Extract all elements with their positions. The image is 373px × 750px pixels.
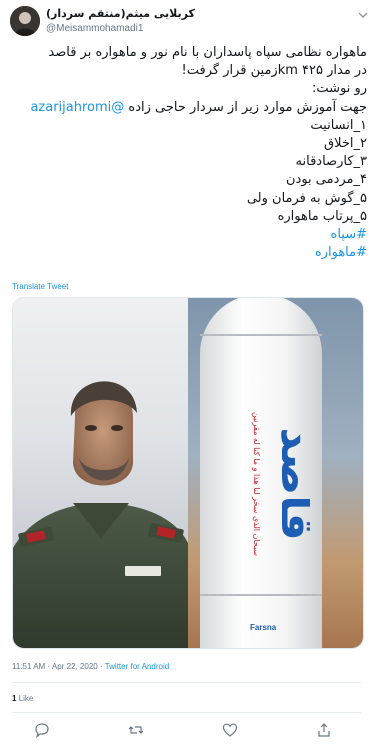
likes-count[interactable]: 1 Like [12,694,33,703]
translate-tweet-link[interactable]: Translate Tweet [12,282,68,291]
divider [12,712,361,713]
like-count-value: 1 [12,694,17,703]
tweet-meta: 11:51 AM · Apr 22, 2020 · Twitter for An… [12,662,169,671]
tweet-line: ۱_انسانیت [310,117,367,133]
tweet-text: ماهواره نظامی سپاه پاسداران با نام نور و… [12,44,367,262]
hashtag-link[interactable]: #ماهواره [12,244,367,262]
divider [12,682,361,683]
chevron-down-icon[interactable] [358,10,368,20]
tweet-line: ۵_پرتاب ماهواره [277,208,367,224]
rocket-logo-text: قاصد [271,427,310,540]
tweet-header: کربلایی میثم(منتقم سردار) @Meisammohamad… [10,6,370,40]
like-icon[interactable] [222,722,238,738]
tweet-actions [0,722,373,744]
display-name[interactable]: کربلایی میثم(منتقم سردار) [46,7,195,20]
tweet-date[interactable]: Apr 22, 2020 [52,662,98,671]
rocket-band [200,334,322,336]
mention-link[interactable]: @azarijahromi [30,100,124,115]
tweet-media[interactable]: قاصد سبحان الذی سخر لنا هذا و ما کنا له … [12,297,364,649]
tweet-line: در مدار km ۴۲۵زمین قرار گرفت! [181,63,367,79]
tweet-time[interactable]: 11:51 AM [12,662,45,671]
portrait-image [13,298,188,648]
tweet-mention-text: جهت آموزش موارد زیر از سردار حاجی زاده [128,99,367,115]
hashtag-link[interactable]: #سپاه [12,226,367,244]
tweet-source[interactable]: Twitter for Android [105,662,169,671]
tweet-line: ۲_اخلاق [324,136,367,152]
avatar[interactable] [10,6,40,36]
retweet-icon[interactable] [128,722,144,738]
reply-icon[interactable] [34,722,50,738]
rocket-image: قاصد سبحان الذی سخر لنا هذا و ما کنا له … [188,298,363,648]
rocket-body: قاصد سبحان الذی سخر لنا هذا و ما کنا له … [200,298,322,648]
tweet-line: ۵_گوش به فرمان ولی [246,190,367,206]
rocket-logo: قاصد سبحان الذی سخر لنا هذا و ما کنا له … [252,412,310,557]
user-handle[interactable]: @Meisammohamadi1 [46,23,143,34]
rocket-band [200,594,322,596]
rocket-subtext: سبحان الذی سخر لنا هذا و ما کنا له مقرنی… [252,412,261,557]
tweet-line-mention: جهت آموزش موارد زیر از سردار حاجی زاده @… [12,99,367,117]
like-count-label: Like [18,694,34,703]
share-icon[interactable] [316,722,332,738]
tweet-line: ماهواره نظامی سپاه پاسداران با نام نور و… [48,45,367,60]
tweet-line: ۴_مردمی بودن [285,172,367,188]
tweet-line: رو نوشت: [311,81,367,97]
watermark: Farsna [250,623,277,632]
tweet-line: ۳_کارصادقانه [295,154,367,170]
